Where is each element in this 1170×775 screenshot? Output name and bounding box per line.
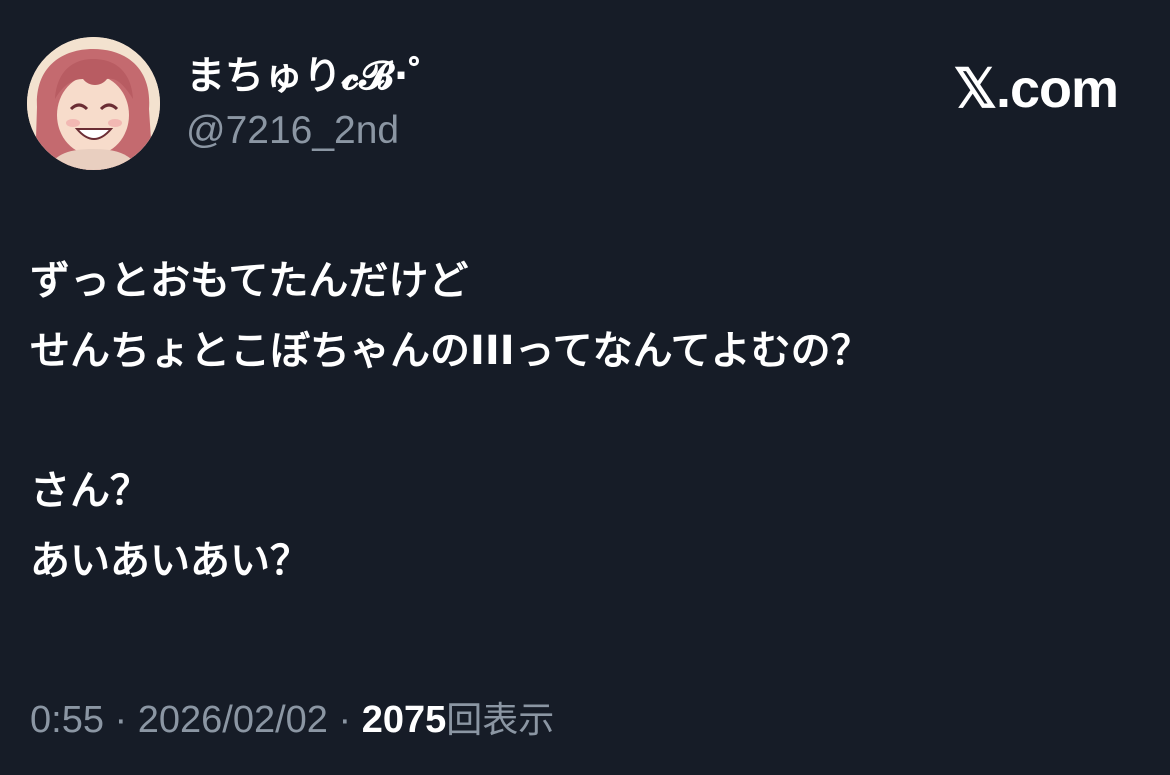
tweet-meta: 0:55 · 2026/02/02 · 2075回表示 <box>30 695 554 746</box>
display-name[interactable]: まちゅり𝓬𝓑·゜ <box>186 52 447 102</box>
tweet-time[interactable]: 0:55 <box>30 699 104 741</box>
tweet-line: ずっとおもてたんだけど <box>30 258 469 304</box>
tweet-text: ずっとおもてたんだけど せんちょとこぼちゃんのIIIってなんてよむの？ さん？ … <box>30 246 1130 596</box>
views-label: 回表示 <box>446 700 555 741</box>
meta-separator: · <box>327 699 362 741</box>
tweet-date[interactable]: 2026/02/02 <box>138 699 328 741</box>
tweet-line: あいあいあい？ <box>30 538 310 584</box>
user-handle[interactable]: @7216_2nd <box>186 106 399 156</box>
meta-separator: · <box>103 699 138 741</box>
tweet-line: せんちょとこぼちゃんのIIIってなんてよむの？ <box>30 328 871 374</box>
tweet-line: さん？ <box>30 468 150 514</box>
tweet-line <box>30 386 1130 456</box>
avatar[interactable] <box>27 37 160 170</box>
x-logo: 𝕏.com <box>953 59 1119 119</box>
views-count: 2075 <box>361 699 447 741</box>
anime-avatar-icon <box>27 37 160 170</box>
